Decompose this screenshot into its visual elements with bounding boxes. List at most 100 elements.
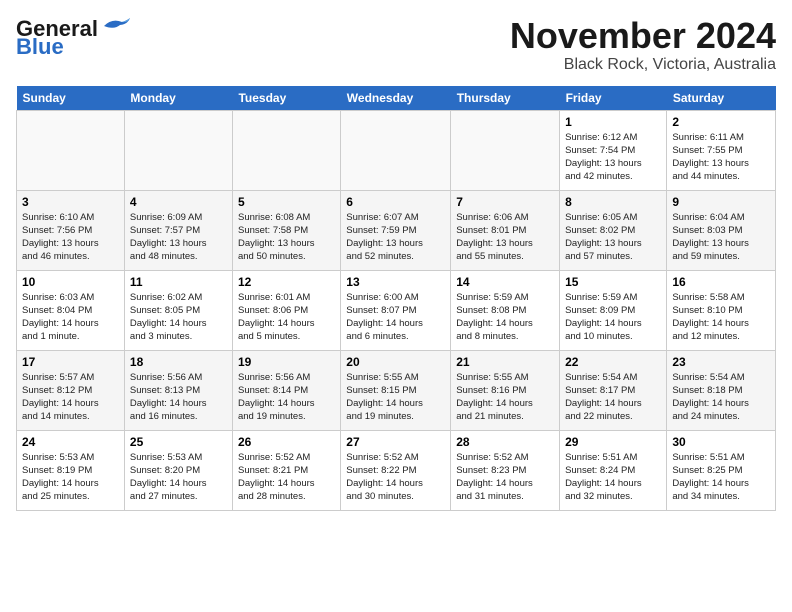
day-number: 24 (22, 435, 119, 449)
header-tuesday: Tuesday (232, 86, 340, 111)
day-number: 25 (130, 435, 227, 449)
calendar-cell: 1 Sunrise: 6:12 AM Sunset: 7:54 PM Daylig… (560, 110, 667, 190)
day-number: 6 (346, 195, 445, 209)
day-number: 18 (130, 355, 227, 369)
calendar-header-row: SundayMondayTuesdayWednesdayThursdayFrid… (17, 86, 776, 111)
calendar-cell: 14Sunrise: 5:59 AM Sunset: 8:08 PM Dayli… (451, 270, 560, 350)
day-info: Sunrise: 6:02 AM Sunset: 8:05 PM Dayligh… (130, 291, 227, 344)
day-info: Sunrise: 6:12 AM Sunset: 7:54 PM Dayligh… (565, 131, 661, 184)
day-number: 8 (565, 195, 661, 209)
day-number: 16 (672, 275, 770, 289)
day-info: Sunrise: 6:06 AM Sunset: 8:01 PM Dayligh… (456, 211, 554, 264)
header-saturday: Saturday (667, 86, 776, 111)
calendar-cell: 23 Sunrise: 5:54 AM Sunset: 8:18 PM Dayli… (667, 350, 776, 430)
day-info: Sunrise: 6:03 AM Sunset: 8:04 PM Dayligh… (22, 291, 119, 344)
header-monday: Monday (124, 86, 232, 111)
calendar-cell: 29 Sunrise: 5:51 AM Sunset: 8:24 PM Dayli… (560, 430, 667, 510)
day-info: Sunrise: 5:52 AM Sunset: 8:23 PM Dayligh… (456, 451, 554, 504)
header-thursday: Thursday (451, 86, 560, 111)
day-number: 17 (22, 355, 119, 369)
day-number: 10 (22, 275, 119, 289)
day-number: 19 (238, 355, 335, 369)
day-number: 30 (672, 435, 770, 449)
calendar-cell: 15 Sunrise: 5:59 AM Sunset: 8:09 PM Dayli… (560, 270, 667, 350)
calendar-cell (341, 110, 451, 190)
calendar-cell: 19 Sunrise: 5:56 AM Sunset: 8:14 PM Dayli… (232, 350, 340, 430)
day-info: Sunrise: 6:05 AM Sunset: 8:02 PM Dayligh… (565, 211, 661, 264)
calendar-week-row: 3Sunrise: 6:10 AM Sunset: 7:56 PM Daylig… (17, 190, 776, 270)
day-number: 23 (672, 355, 770, 369)
day-number: 15 (565, 275, 661, 289)
day-info: Sunrise: 5:53 AM Sunset: 8:19 PM Dayligh… (22, 451, 119, 504)
calendar-cell (17, 110, 125, 190)
day-number: 5 (238, 195, 335, 209)
calendar-cell (232, 110, 340, 190)
calendar-week-row: 1 Sunrise: 6:12 AM Sunset: 7:54 PM Daylig… (17, 110, 776, 190)
calendar-cell: 2 Sunrise: 6:11 AM Sunset: 7:55 PM Daylig… (667, 110, 776, 190)
header-sunday: Sunday (17, 86, 125, 111)
calendar-cell: 12Sunrise: 6:01 AM Sunset: 8:06 PM Dayli… (232, 270, 340, 350)
calendar-cell: 6 Sunrise: 6:07 AM Sunset: 7:59 PM Daylig… (341, 190, 451, 270)
calendar-cell: 28Sunrise: 5:52 AM Sunset: 8:23 PM Dayli… (451, 430, 560, 510)
day-number: 7 (456, 195, 554, 209)
day-number: 14 (456, 275, 554, 289)
day-info: Sunrise: 6:04 AM Sunset: 8:03 PM Dayligh… (672, 211, 770, 264)
day-number: 26 (238, 435, 335, 449)
day-number: 1 (565, 115, 661, 129)
day-info: Sunrise: 5:55 AM Sunset: 8:16 PM Dayligh… (456, 371, 554, 424)
logo-bird-icon (100, 16, 132, 36)
calendar-week-row: 24 Sunrise: 5:53 AM Sunset: 8:19 PM Dayli… (17, 430, 776, 510)
calendar-cell: 20 Sunrise: 5:55 AM Sunset: 8:15 PM Dayli… (341, 350, 451, 430)
day-number: 12 (238, 275, 335, 289)
logo: General Blue (16, 16, 132, 60)
day-number: 29 (565, 435, 661, 449)
day-info: Sunrise: 6:07 AM Sunset: 7:59 PM Dayligh… (346, 211, 445, 264)
day-info: Sunrise: 5:51 AM Sunset: 8:24 PM Dayligh… (565, 451, 661, 504)
calendar-cell: 11 Sunrise: 6:02 AM Sunset: 8:05 PM Dayli… (124, 270, 232, 350)
day-info: Sunrise: 5:57 AM Sunset: 8:12 PM Dayligh… (22, 371, 119, 424)
header-wednesday: Wednesday (341, 86, 451, 111)
calendar-week-row: 17 Sunrise: 5:57 AM Sunset: 8:12 PM Dayli… (17, 350, 776, 430)
day-number: 11 (130, 275, 227, 289)
day-number: 27 (346, 435, 445, 449)
calendar-cell: 8 Sunrise: 6:05 AM Sunset: 8:02 PM Daylig… (560, 190, 667, 270)
day-number: 2 (672, 115, 770, 129)
day-number: 3 (22, 195, 119, 209)
calendar-cell: 24 Sunrise: 5:53 AM Sunset: 8:19 PM Dayli… (17, 430, 125, 510)
calendar-cell: 30 Sunrise: 5:51 AM Sunset: 8:25 PM Dayli… (667, 430, 776, 510)
calendar-cell: 22 Sunrise: 5:54 AM Sunset: 8:17 PM Dayli… (560, 350, 667, 430)
calendar-title: November 2024 (510, 16, 776, 56)
title-block: November 2024 Black Rock, Victoria, Aust… (510, 16, 776, 74)
day-number: 22 (565, 355, 661, 369)
day-info: Sunrise: 5:53 AM Sunset: 8:20 PM Dayligh… (130, 451, 227, 504)
calendar-cell: 18Sunrise: 5:56 AM Sunset: 8:13 PM Dayli… (124, 350, 232, 430)
day-info: Sunrise: 5:54 AM Sunset: 8:17 PM Dayligh… (565, 371, 661, 424)
day-info: Sunrise: 6:08 AM Sunset: 7:58 PM Dayligh… (238, 211, 335, 264)
calendar-cell: 17 Sunrise: 5:57 AM Sunset: 8:12 PM Dayli… (17, 350, 125, 430)
day-info: Sunrise: 5:58 AM Sunset: 8:10 PM Dayligh… (672, 291, 770, 344)
calendar-cell: 21Sunrise: 5:55 AM Sunset: 8:16 PM Dayli… (451, 350, 560, 430)
logo-blue-text: Blue (16, 34, 64, 60)
day-info: Sunrise: 6:11 AM Sunset: 7:55 PM Dayligh… (672, 131, 770, 184)
day-number: 13 (346, 275, 445, 289)
day-info: Sunrise: 5:51 AM Sunset: 8:25 PM Dayligh… (672, 451, 770, 504)
day-info: Sunrise: 5:55 AM Sunset: 8:15 PM Dayligh… (346, 371, 445, 424)
day-info: Sunrise: 5:59 AM Sunset: 8:09 PM Dayligh… (565, 291, 661, 344)
day-info: Sunrise: 5:56 AM Sunset: 8:14 PM Dayligh… (238, 371, 335, 424)
calendar-cell (451, 110, 560, 190)
calendar-week-row: 10 Sunrise: 6:03 AM Sunset: 8:04 PM Dayli… (17, 270, 776, 350)
calendar-cell (124, 110, 232, 190)
day-info: Sunrise: 5:54 AM Sunset: 8:18 PM Dayligh… (672, 371, 770, 424)
header-friday: Friday (560, 86, 667, 111)
calendar-cell: 10 Sunrise: 6:03 AM Sunset: 8:04 PM Dayli… (17, 270, 125, 350)
calendar-cell: 16 Sunrise: 5:58 AM Sunset: 8:10 PM Dayli… (667, 270, 776, 350)
calendar-cell: 26Sunrise: 5:52 AM Sunset: 8:21 PM Dayli… (232, 430, 340, 510)
page-header: General Blue November 2024 Black Rock, V… (16, 16, 776, 74)
calendar-cell: 5 Sunrise: 6:08 AM Sunset: 7:58 PM Daylig… (232, 190, 340, 270)
day-info: Sunrise: 5:52 AM Sunset: 8:22 PM Dayligh… (346, 451, 445, 504)
calendar-cell: 7 Sunrise: 6:06 AM Sunset: 8:01 PM Daylig… (451, 190, 560, 270)
calendar-cell: 25 Sunrise: 5:53 AM Sunset: 8:20 PM Dayli… (124, 430, 232, 510)
day-number: 20 (346, 355, 445, 369)
day-number: 9 (672, 195, 770, 209)
day-info: Sunrise: 6:00 AM Sunset: 8:07 PM Dayligh… (346, 291, 445, 344)
